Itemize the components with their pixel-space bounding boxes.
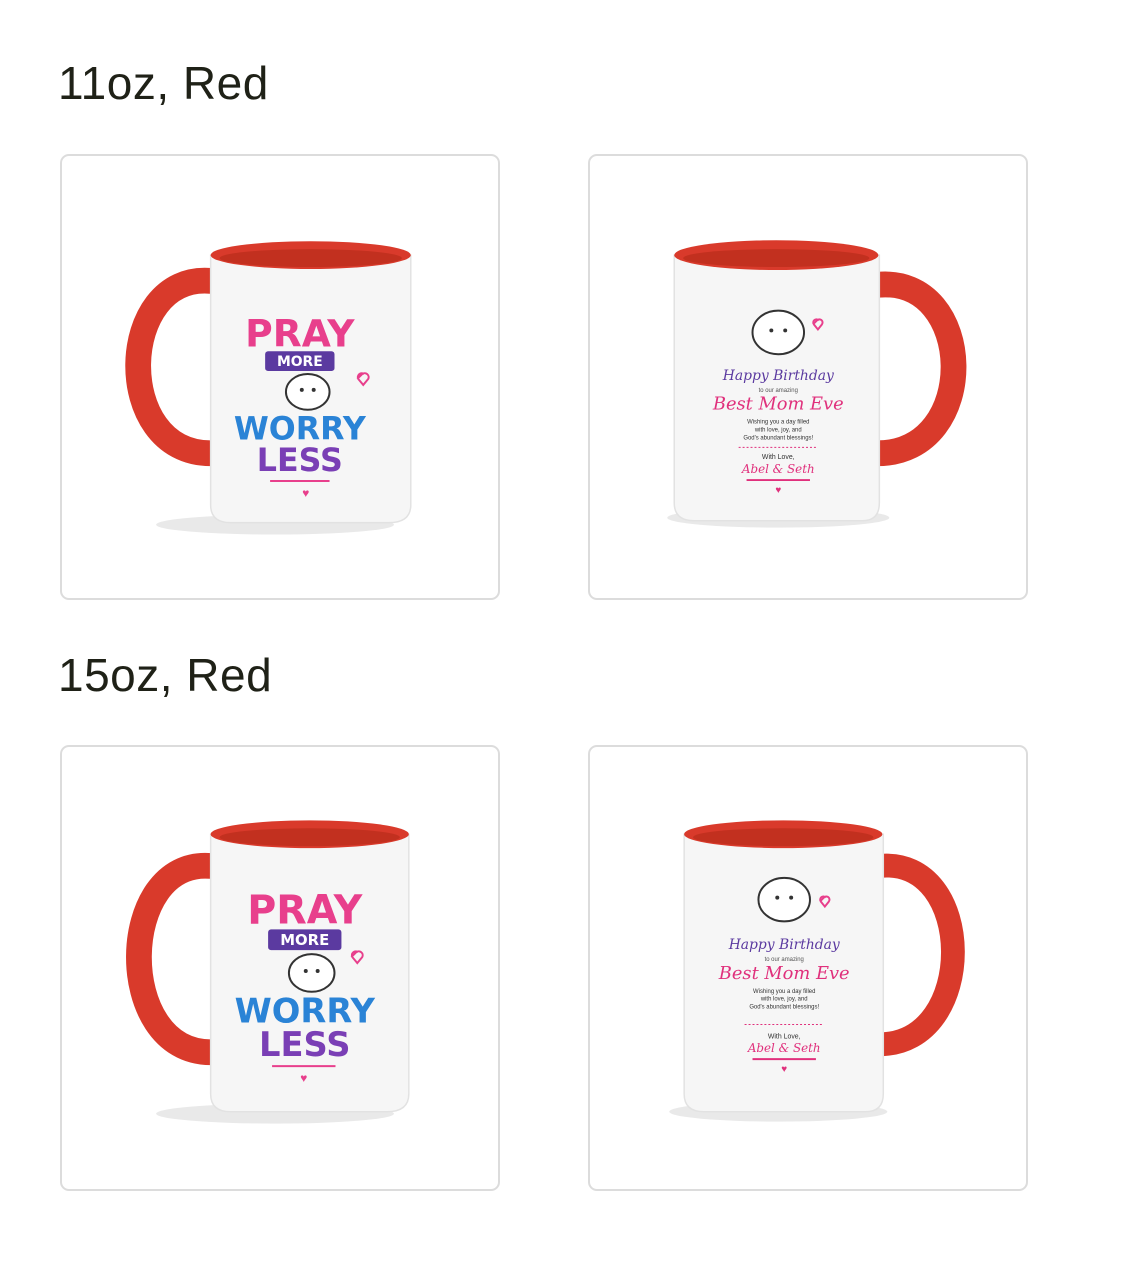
wish-line-3: God's abundant blessings!: [749, 1005, 819, 1011]
product-image-15oz-back[interactable]: Happy Birthday to our amazing Best Mom E…: [588, 745, 1028, 1191]
signature-text: Abel & Seth: [747, 1041, 821, 1055]
pray-text: PRAY: [245, 311, 355, 355]
product-image-11oz-back[interactable]: Happy Birthday to our amazing Best Mom E…: [588, 154, 1028, 600]
section-title-11oz: 11oz, Red: [58, 57, 269, 109]
signature-text: Abel & Seth: [741, 462, 815, 476]
product-image-11oz-front[interactable]: PRAY MORE WORRY LESS ♥: [60, 154, 500, 600]
wish-line-2: with love, joy, and: [754, 428, 802, 434]
mug-15oz-back-illustration: Happy Birthday to our amazing Best Mom E…: [669, 820, 965, 1122]
worry-text: WORRY: [234, 411, 367, 447]
more-text: MORE: [277, 354, 323, 370]
pray-text: PRAY: [247, 887, 363, 933]
mug-15oz-front-illustration: PRAY MORE WORRY LESS ♥: [126, 820, 410, 1124]
happy-birthday-text: Happy Birthday: [722, 368, 834, 384]
svg-text:♥: ♥: [781, 1064, 787, 1075]
more-text: MORE: [280, 931, 329, 949]
svg-text:♥: ♥: [302, 486, 309, 500]
svg-text:♥: ♥: [300, 1071, 307, 1085]
wish-line-1: Wishing you a day filled: [747, 420, 809, 426]
best-mom-text: Best Mom Eve: [718, 963, 850, 984]
wish-line-1: Wishing you a day filled: [753, 989, 815, 995]
wish-line-2: with love, joy, and: [760, 997, 808, 1003]
less-text: LESS: [259, 1025, 350, 1064]
svg-text:♥: ♥: [775, 485, 781, 496]
mug-11oz-back-illustration: Happy Birthday to our amazing Best Mom E…: [667, 240, 967, 528]
best-mom-text: Best Mom Eve: [712, 394, 844, 415]
happy-birthday-text: Happy Birthday: [728, 937, 840, 953]
section-title-15oz: 15oz, Red: [58, 649, 273, 701]
wish-line-3: God's abundant blessings!: [743, 435, 813, 441]
with-love-text: With Love,: [768, 1033, 801, 1040]
mug-11oz-front-illustration: PRAY MORE WORRY LESS ♥: [125, 241, 412, 535]
product-image-15oz-front[interactable]: PRAY MORE WORRY LESS ♥: [60, 745, 500, 1191]
with-love-text: With Love,: [762, 454, 795, 461]
less-text: LESS: [257, 443, 343, 479]
